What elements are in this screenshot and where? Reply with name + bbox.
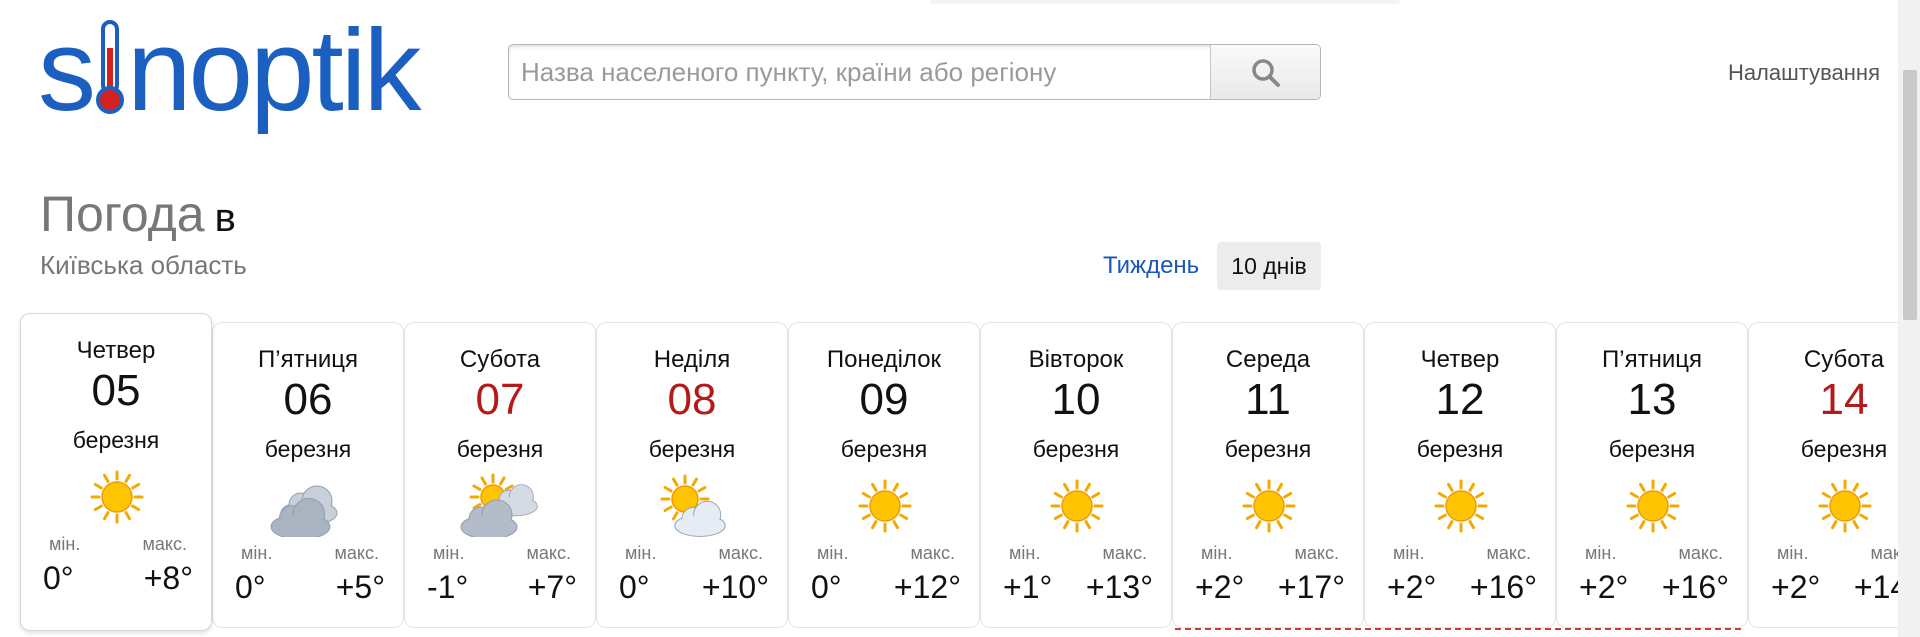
min-temperature: +1° [1003, 569, 1053, 605]
max-label: макс. [1870, 543, 1898, 563]
sun-icon [1818, 479, 1872, 533]
max-label: макс. [1102, 543, 1147, 563]
sun-icon [1626, 479, 1680, 533]
day-name: Понеділок [826, 346, 942, 373]
day-name: П’ятниця [258, 346, 358, 373]
forecast-day-card[interactable]: П’ятниця 06 березня мін. макс. 0° +5° [212, 322, 404, 628]
day-date: 12 [1435, 375, 1485, 424]
min-temperature: -1° [427, 569, 469, 605]
day-date: 07 [475, 375, 525, 424]
day-name: Четвер [1420, 346, 1500, 373]
day-month: березня [1224, 436, 1312, 462]
day-name: Субота [459, 346, 541, 373]
day-month: березня [456, 436, 544, 462]
day-date: 09 [859, 375, 909, 424]
max-temperature: +16° [1661, 569, 1729, 605]
day-month: березня [648, 436, 736, 462]
sun-behind-clouds-icon [460, 473, 538, 537]
max-label: макс. [526, 543, 571, 563]
forecast-day-card[interactable]: Вівторок 10 березня мін. макс. +1° +13° [980, 322, 1172, 628]
day-date: 05 [91, 366, 141, 415]
min-temperature: 0° [43, 560, 74, 596]
scrollbar-thumb[interactable] [1903, 70, 1917, 320]
max-temperature: +12° [893, 569, 961, 605]
day-name: П’ятниця [1602, 346, 1702, 373]
max-temperature: +14° [1853, 569, 1898, 605]
max-temperature: +5° [335, 569, 385, 605]
max-temperature: +10° [701, 569, 769, 605]
day-date: 14 [1819, 375, 1869, 424]
day-date: 11 [1245, 375, 1291, 424]
sun-icon [1050, 479, 1104, 533]
max-label: макс. [1678, 543, 1723, 563]
day-month: березня [1608, 436, 1696, 462]
forecast-day-card[interactable]: Четвер 12 березня мін. макс. +2° +16° [1364, 322, 1556, 628]
forecast-days: Четвер 05 березня мін. макс. 0° +8° П’ят… [0, 0, 1898, 637]
day-date: 13 [1627, 375, 1677, 424]
sun-icon [90, 470, 144, 524]
dashed-divider [1175, 628, 1741, 630]
min-temperature: 0° [619, 569, 650, 605]
forecast-day-card[interactable]: Неділя 08 березня мін. макс. 0° +10° [596, 322, 788, 628]
min-label: мін. [1777, 543, 1809, 563]
max-temperature: +17° [1277, 569, 1345, 605]
day-date: 08 [667, 375, 717, 424]
forecast-day-card[interactable]: Четвер 05 березня мін. макс. 0° +8° [20, 313, 212, 631]
forecast-day-card[interactable]: П’ятниця 13 березня мін. макс. +2° +16° [1556, 322, 1748, 628]
min-label: мін. [1585, 543, 1617, 563]
forecast-day-card[interactable]: Понеділок 09 березня мін. макс. 0° +12° [788, 322, 980, 628]
day-date: 10 [1051, 375, 1101, 424]
min-temperature: 0° [235, 569, 266, 605]
day-month: березня [1032, 436, 1120, 462]
min-label: мін. [625, 543, 657, 563]
min-temperature: +2° [1771, 569, 1821, 605]
min-temperature: +2° [1579, 569, 1629, 605]
day-name: Субота [1803, 346, 1885, 373]
sun-icon [858, 479, 912, 533]
max-temperature: +16° [1469, 569, 1537, 605]
day-month: березня [1800, 436, 1888, 462]
min-label: мін. [433, 543, 465, 563]
min-label: мін. [1201, 543, 1233, 563]
day-name: Середа [1225, 346, 1311, 373]
clouds-icon [270, 485, 338, 537]
day-month: березня [264, 436, 352, 462]
sun-icon [1434, 479, 1488, 533]
forecast-day-card[interactable]: Субота 07 березня мін. макс. -1° +7° [404, 322, 596, 628]
min-label: мін. [241, 543, 273, 563]
day-name: Вівторок [1028, 346, 1124, 373]
day-month: березня [1416, 436, 1504, 462]
day-month: березня [840, 436, 928, 462]
day-date: 06 [283, 375, 333, 424]
day-name: Четвер [76, 337, 156, 364]
min-label: мін. [817, 543, 849, 563]
sun-small-cloud-icon [660, 474, 726, 537]
max-label: макс. [718, 543, 763, 563]
max-label: макс. [1486, 543, 1531, 563]
min-temperature: 0° [811, 569, 842, 605]
min-temperature: +2° [1195, 569, 1245, 605]
forecast-day-card[interactable]: Субота 14 березня мін. макс. +2° +14° [1748, 322, 1898, 628]
sun-icon [1242, 479, 1296, 533]
max-label: макс. [1294, 543, 1339, 563]
min-label: мін. [1009, 543, 1041, 563]
max-label: макс. [910, 543, 955, 563]
forecast-day-card[interactable]: Середа 11 березня мін. макс. +2° +17° [1172, 322, 1364, 628]
day-month: березня [72, 427, 160, 453]
max-temperature: +7° [527, 569, 577, 605]
scrollbar[interactable] [1898, 0, 1920, 637]
max-label: макс. [334, 543, 379, 563]
max-temperature: +13° [1085, 569, 1153, 605]
max-temperature: +8° [143, 560, 193, 596]
max-label: макс. [142, 534, 187, 554]
day-name: Неділя [653, 346, 731, 373]
min-temperature: +2° [1387, 569, 1437, 605]
min-label: мін. [1393, 543, 1425, 563]
min-label: мін. [49, 534, 81, 554]
